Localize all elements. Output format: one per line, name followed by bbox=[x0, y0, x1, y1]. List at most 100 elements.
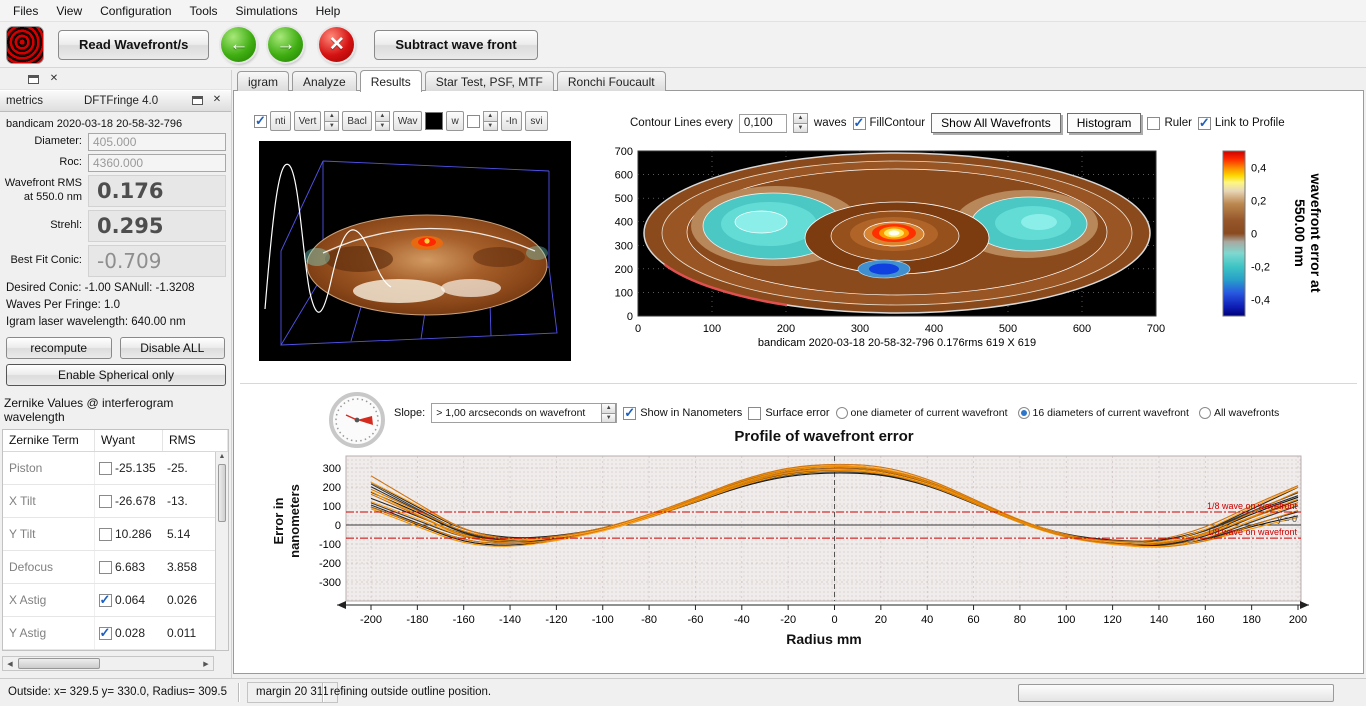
ruler-checkbox[interactable] bbox=[1147, 117, 1160, 130]
menu-files[interactable]: Files bbox=[4, 1, 47, 21]
fill-contour-checkbox[interactable] bbox=[853, 117, 866, 130]
zernike-checkbox-cell bbox=[95, 462, 115, 475]
zernike-term-label: Piston bbox=[3, 452, 95, 484]
radio-all-wavefronts[interactable]: All wavefronts bbox=[1199, 407, 1279, 419]
svg-text:-100: -100 bbox=[592, 614, 614, 626]
anti-alias-button[interactable]: nti bbox=[270, 111, 291, 131]
wave-scale-button[interactable]: Wav bbox=[393, 111, 423, 131]
subtract-wavefront-button[interactable]: Subtract wave front bbox=[374, 30, 537, 60]
zernike-row-defocus: Defocus6.6833.858 bbox=[3, 551, 215, 584]
radio-one-diameter[interactable]: one diameter of current wavefront bbox=[836, 407, 1008, 419]
previous-wavefront-button[interactable]: ← bbox=[221, 27, 256, 62]
menu-tools[interactable]: Tools bbox=[181, 1, 227, 21]
slope-spinner[interactable]: ▲▼ bbox=[601, 403, 616, 423]
svg-text:0: 0 bbox=[635, 323, 641, 335]
save-view-button[interactable]: svi bbox=[525, 111, 547, 131]
zernike-vertical-scrollbar[interactable]: ▲ bbox=[215, 452, 228, 650]
contour-plot[interactable]: 0100200300400500600700010020030040050060… bbox=[601, 146, 1361, 359]
radio-16-diameters[interactable]: 16 diameters of current wavefront bbox=[1018, 407, 1189, 419]
disable-all-button[interactable]: Disable ALL bbox=[120, 337, 226, 359]
dock-close-button[interactable]: ✕ bbox=[211, 94, 223, 105]
svg-text:40: 40 bbox=[921, 614, 933, 626]
tab-ronchi-foucault[interactable]: Ronchi Foucault bbox=[557, 71, 666, 91]
zernike-rms-header[interactable]: RMS bbox=[163, 430, 228, 451]
contour-interval-spinner[interactable]: ▲▼ bbox=[793, 113, 808, 133]
zernike-checkbox-cell bbox=[95, 627, 115, 640]
svg-text:wavefront error at550.00 nm: wavefront error at550.00 nm bbox=[1292, 172, 1324, 292]
diameter-field[interactable]: 405.000 bbox=[88, 133, 226, 151]
delete-wavefront-button[interactable]: ✕ bbox=[319, 27, 354, 62]
show-nanometers-option[interactable]: Show in Nanometers bbox=[623, 407, 742, 420]
surface-3d-canvas bbox=[259, 141, 571, 361]
tab-igram[interactable]: igram bbox=[237, 71, 289, 91]
link-to-profile-option[interactable]: Link to Profile bbox=[1198, 117, 1285, 130]
show-nanometers-checkbox[interactable] bbox=[623, 407, 636, 420]
contour-interval-field[interactable]: 0,100 bbox=[739, 114, 787, 133]
surface-3d-spinner[interactable]: ▲▼ bbox=[483, 111, 498, 131]
svg-text:500: 500 bbox=[615, 193, 633, 205]
dock-float-icon[interactable] bbox=[28, 75, 39, 84]
scroll-up-icon[interactable]: ▲ bbox=[216, 452, 228, 462]
dock-float-button[interactable] bbox=[192, 96, 203, 105]
surface-error-checkbox[interactable] bbox=[748, 407, 761, 420]
menu-configuration[interactable]: Configuration bbox=[91, 1, 180, 21]
zernike-enable-checkbox[interactable] bbox=[99, 561, 112, 574]
scroll-thumb[interactable] bbox=[218, 464, 226, 522]
histogram-button[interactable]: Histogram bbox=[1067, 113, 1142, 133]
horizontal-splitter[interactable] bbox=[240, 383, 1357, 386]
link-to-profile-checkbox[interactable] bbox=[1198, 117, 1211, 130]
zoom-in-button[interactable]: -In bbox=[501, 111, 523, 131]
read-wavefronts-button[interactable]: Read Wavefront/s bbox=[58, 30, 209, 60]
background-spinner[interactable]: ▲▼ bbox=[375, 111, 390, 131]
svg-text:100: 100 bbox=[323, 501, 341, 513]
zernike-wyant-value: -26.678 bbox=[115, 494, 167, 508]
zernike-enable-checkbox[interactable] bbox=[99, 495, 112, 508]
zernike-table-header: Zernike Term Wyant RMS bbox=[3, 430, 228, 452]
colorbar-label: wavefront error at550.00 nm bbox=[1292, 172, 1324, 292]
background-button[interactable]: Bacl bbox=[342, 111, 371, 131]
results-tab-panel: nti Vert ▲▼ Bacl ▲▼ Wav w ▲▼ -In svi bbox=[233, 90, 1364, 674]
surface-3d-view[interactable] bbox=[259, 141, 571, 361]
recompute-button[interactable]: recompute bbox=[6, 337, 112, 359]
tab-star-test-psf-mtf[interactable]: Star Test, PSF, MTF bbox=[425, 71, 554, 91]
dock-close-icon[interactable]: ✕ bbox=[48, 73, 60, 84]
w-button[interactable]: w bbox=[446, 111, 463, 131]
left-arrow-icon: ← bbox=[229, 35, 248, 54]
show-all-wavefronts-button[interactable]: Show All Wavefronts bbox=[931, 113, 1061, 133]
scroll-thumb[interactable] bbox=[18, 658, 100, 669]
zernike-enable-checkbox[interactable] bbox=[99, 627, 112, 640]
vertical-scale-spinner[interactable]: ▲▼ bbox=[324, 111, 339, 131]
svg-text:400: 400 bbox=[615, 217, 633, 229]
surface-3d-checkbox-1[interactable] bbox=[254, 115, 267, 128]
enable-spherical-only-button[interactable]: Enable Spherical only bbox=[6, 364, 226, 386]
svg-text:500: 500 bbox=[999, 323, 1017, 335]
background-color-swatch[interactable] bbox=[425, 112, 443, 130]
profile-x-axis-label: Radius mm bbox=[614, 631, 1034, 647]
vertical-scale-button[interactable]: Vert bbox=[294, 111, 322, 131]
zernike-term-header[interactable]: Zernike Term bbox=[3, 430, 95, 451]
roc-field[interactable]: 4360.000 bbox=[88, 154, 226, 172]
app-title: DFTFringe 4.0 bbox=[84, 95, 158, 107]
zernike-enable-checkbox[interactable] bbox=[99, 594, 112, 607]
zernike-enable-checkbox[interactable] bbox=[99, 528, 112, 541]
next-wavefront-button[interactable]: → bbox=[268, 27, 303, 62]
tab-results[interactable]: Results bbox=[360, 70, 422, 92]
zernike-horizontal-scrollbar[interactable]: ◀ ▶ bbox=[2, 656, 214, 671]
surface-3d-checkbox-2[interactable] bbox=[467, 115, 480, 128]
svg-text:200: 200 bbox=[323, 482, 341, 494]
surface-error-option[interactable]: Surface error bbox=[748, 407, 829, 420]
zernike-wyant-header[interactable]: Wyant bbox=[95, 430, 163, 451]
svg-text:80: 80 bbox=[1014, 614, 1026, 626]
menu-help[interactable]: Help bbox=[307, 1, 350, 21]
menu-view[interactable]: View bbox=[47, 1, 91, 21]
scroll-left-icon[interactable]: ◀ bbox=[3, 660, 17, 668]
zernike-enable-checkbox[interactable] bbox=[99, 462, 112, 475]
fill-contour-option[interactable]: FillContour bbox=[853, 117, 926, 130]
svg-text:-100: -100 bbox=[319, 539, 341, 551]
menu-simulations[interactable]: Simulations bbox=[227, 1, 307, 21]
ruler-option[interactable]: Ruler bbox=[1147, 117, 1191, 130]
slope-select[interactable]: > 1,00 arcseconds on wavefront ▲▼ bbox=[431, 403, 617, 423]
tab-analyze[interactable]: Analyze bbox=[292, 71, 357, 91]
contour-interval-value: 0,100 bbox=[744, 117, 773, 129]
scroll-right-icon[interactable]: ▶ bbox=[199, 660, 213, 668]
